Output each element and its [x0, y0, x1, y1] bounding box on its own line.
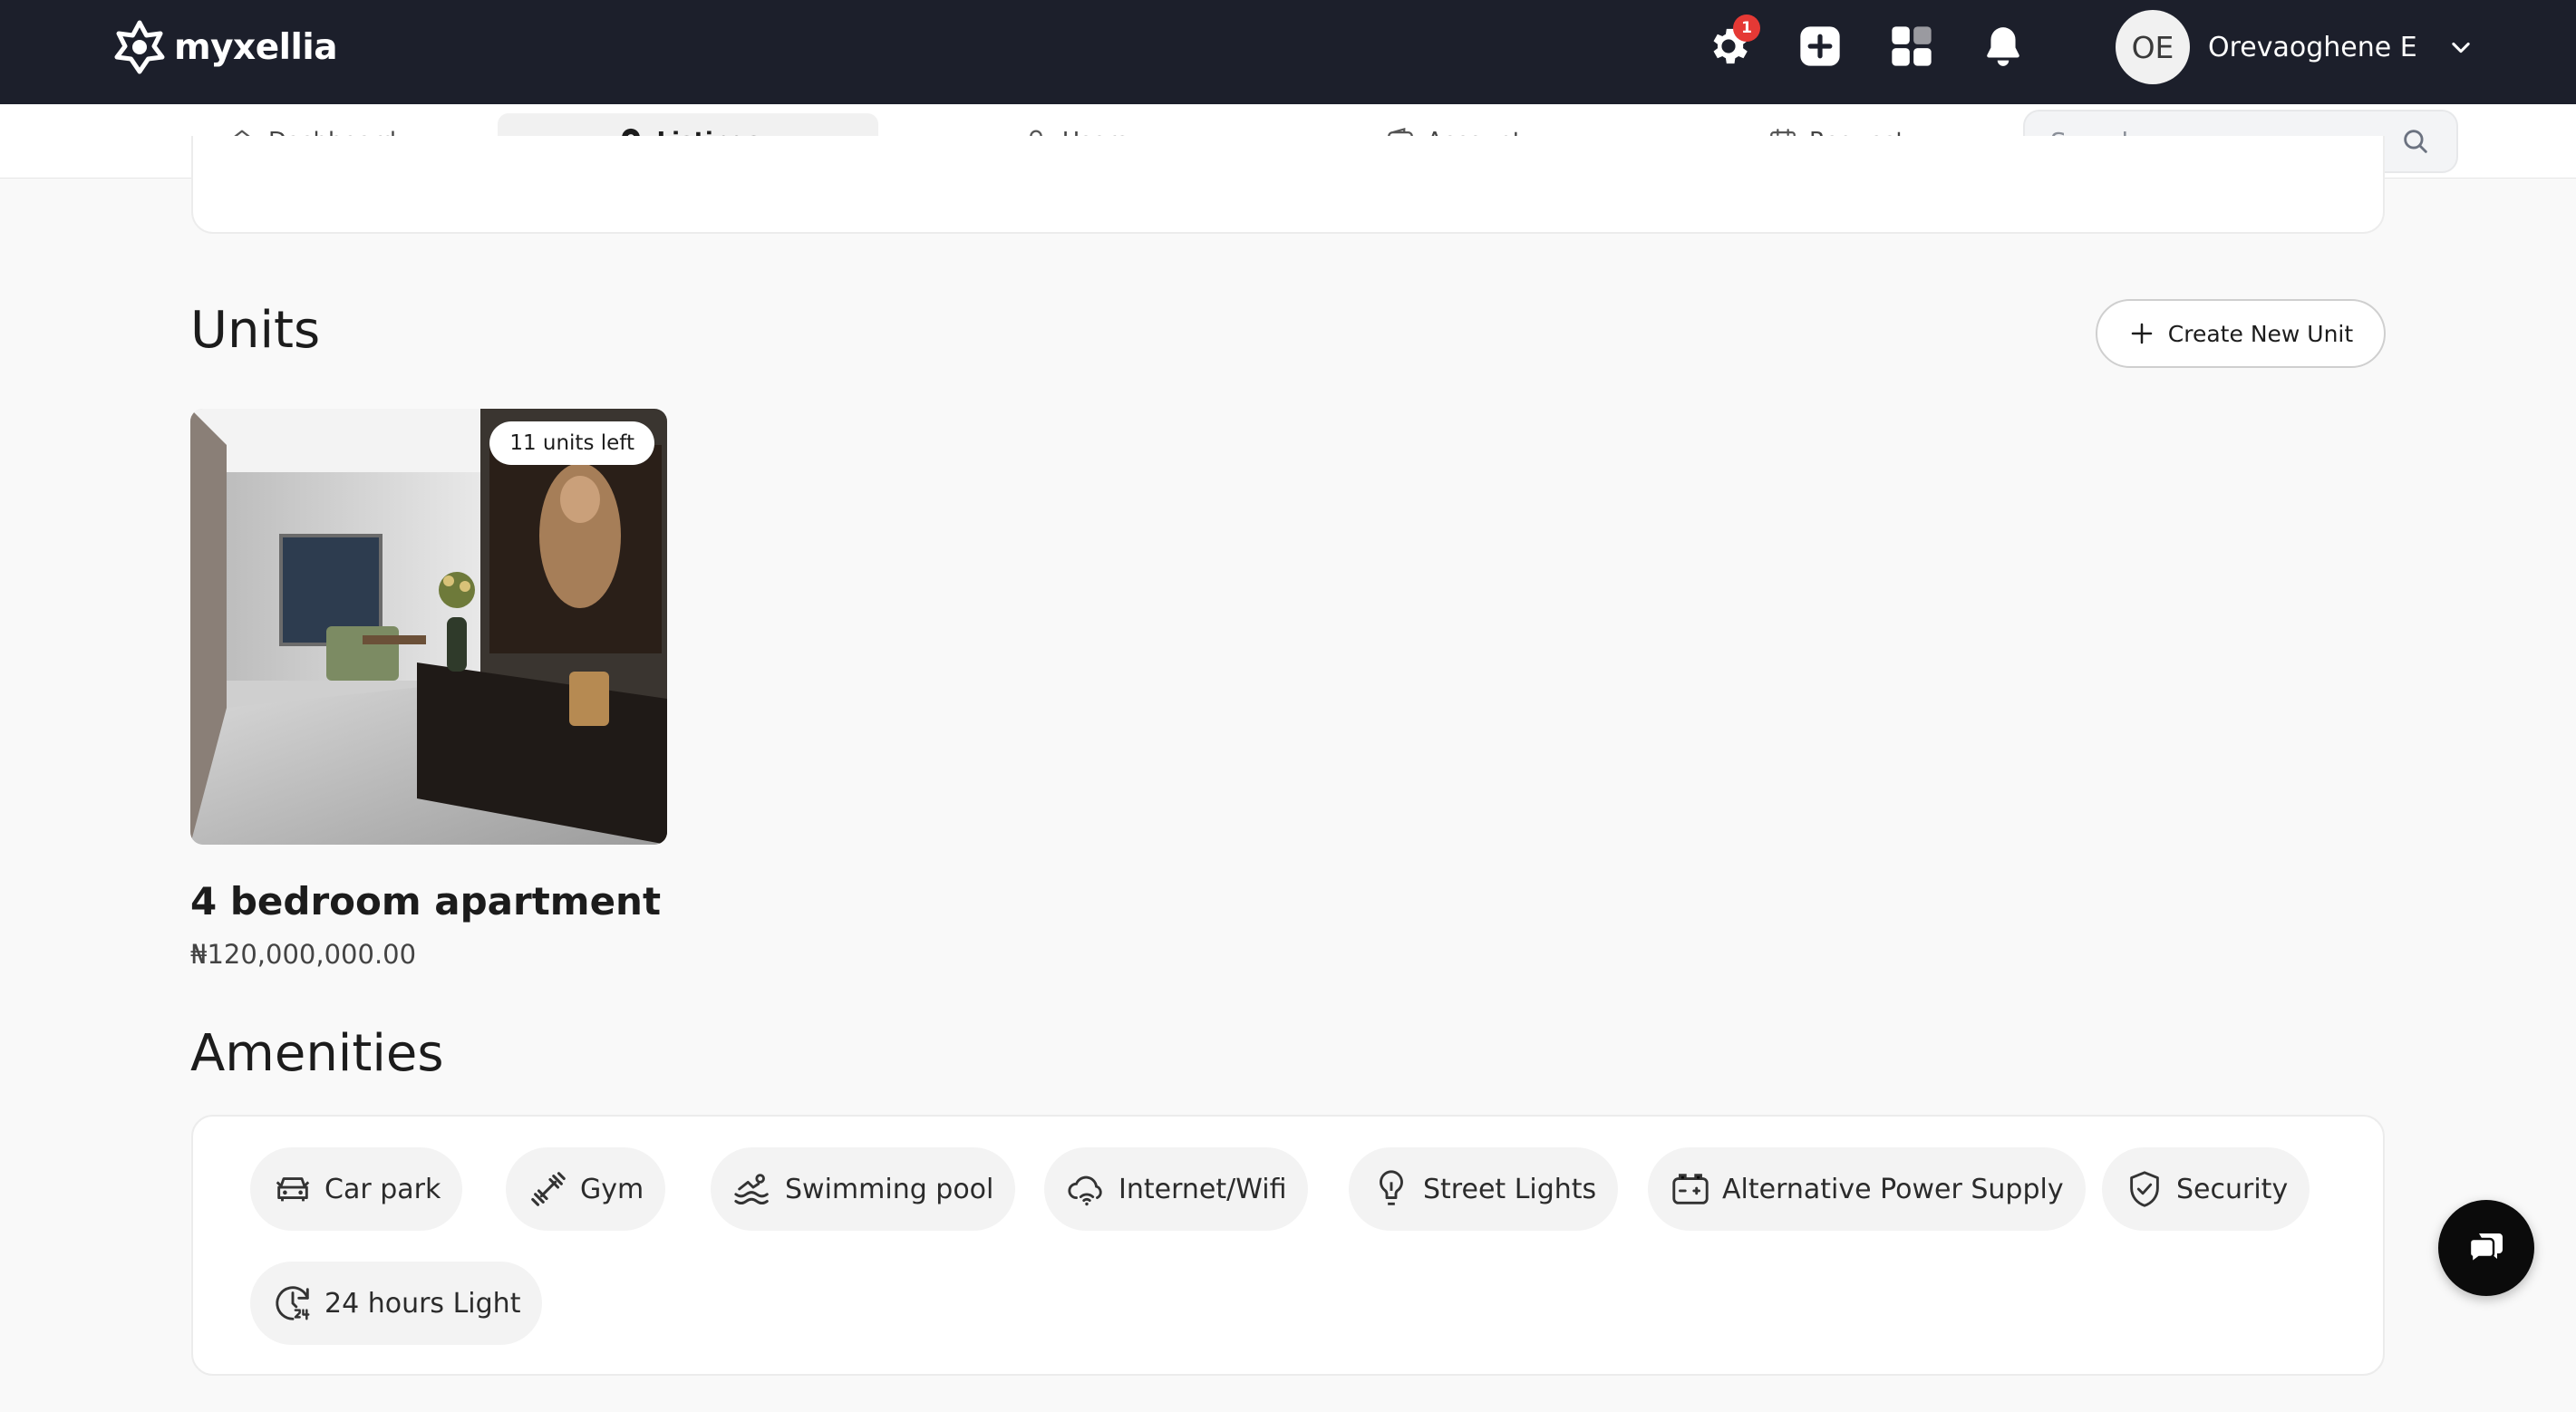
unit-price: ₦120,000,000.00 — [190, 939, 417, 970]
amenity-label: Security — [2176, 1173, 2289, 1205]
amenity-label: Swimming pool — [785, 1173, 994, 1205]
notifications-button[interactable] — [1977, 20, 2029, 73]
chat-icon — [2468, 1233, 2503, 1265]
clock-24-icon — [276, 1286, 310, 1320]
units-heading: Units — [190, 301, 321, 360]
unit-title[interactable]: 4 bedroom apartment — [190, 879, 661, 924]
amenity-internet-wifi: Internet/Wifi — [1044, 1147, 1309, 1231]
chat-button[interactable] — [2438, 1200, 2534, 1296]
amenity-label: Alternative Power Supply — [1722, 1173, 2064, 1205]
top-bar: myxellia 1 OE Orevaoghene E — [0, 0, 2576, 104]
plus-square-icon — [1800, 26, 1840, 66]
amenities-card: Car park Gym Swimming pool Internet/Wifi… — [191, 1115, 2385, 1376]
car-icon — [276, 1177, 310, 1202]
amenity-security: Security — [2102, 1147, 2310, 1231]
unit-card[interactable]: 11 units left — [190, 409, 667, 845]
amenity-car-park: Car park — [250, 1147, 463, 1231]
amenity-gym: Gym — [506, 1147, 666, 1231]
brand-logo[interactable]: myxellia — [112, 18, 338, 76]
logo-icon — [114, 20, 165, 74]
brand-name: myxellia — [174, 26, 338, 68]
amenity-street-lights: Street Lights — [1349, 1147, 1619, 1231]
amenity-alternative-power-supply: Alternative Power Supply — [1648, 1147, 2086, 1231]
bell-icon — [1987, 27, 2019, 66]
units-left-badge: 11 units left — [489, 421, 654, 465]
plus-icon — [2131, 323, 2153, 344]
notification-badge: 1 — [1733, 15, 1760, 42]
apartment-photo — [190, 409, 667, 845]
user-name: Orevaoghene E — [2208, 31, 2417, 63]
cloud-wifi-icon — [1068, 1175, 1102, 1206]
amenity-24-hours-light: 24 hours Light — [250, 1262, 543, 1345]
amenity-swimming-pool: Swimming pool — [711, 1147, 1016, 1231]
search-icon[interactable] — [2400, 126, 2431, 157]
create-new-unit-button[interactable]: Create New Unit — [2096, 299, 2386, 368]
amenity-label: Car park — [324, 1173, 441, 1205]
battery-icon — [1672, 1174, 1709, 1204]
avatar: OE — [2116, 10, 2190, 84]
chevron-down-icon[interactable] — [2448, 34, 2474, 60]
lightbulb-icon — [1380, 1170, 1403, 1205]
previous-section-card — [191, 136, 2385, 234]
apps-grid-icon — [1892, 26, 1932, 66]
amenity-label: 24 hours Light — [324, 1287, 521, 1320]
add-button[interactable] — [1794, 20, 1846, 73]
dumbbell-icon — [531, 1172, 566, 1206]
user-menu[interactable]: OE Orevaoghene E — [2116, 10, 2474, 84]
amenities-heading: Amenities — [190, 1024, 444, 1083]
apps-button[interactable] — [1885, 20, 1938, 73]
amenity-label: Street Lights — [1423, 1173, 1597, 1205]
shield-check-icon — [2130, 1171, 2159, 1207]
settings-button[interactable]: 1 — [1702, 15, 1760, 73]
create-new-unit-label: Create New Unit — [2167, 320, 2354, 347]
amenity-label: Internet/Wifi — [1119, 1173, 1287, 1205]
amenity-label: Gym — [580, 1173, 644, 1205]
swimming-icon — [734, 1174, 769, 1205]
